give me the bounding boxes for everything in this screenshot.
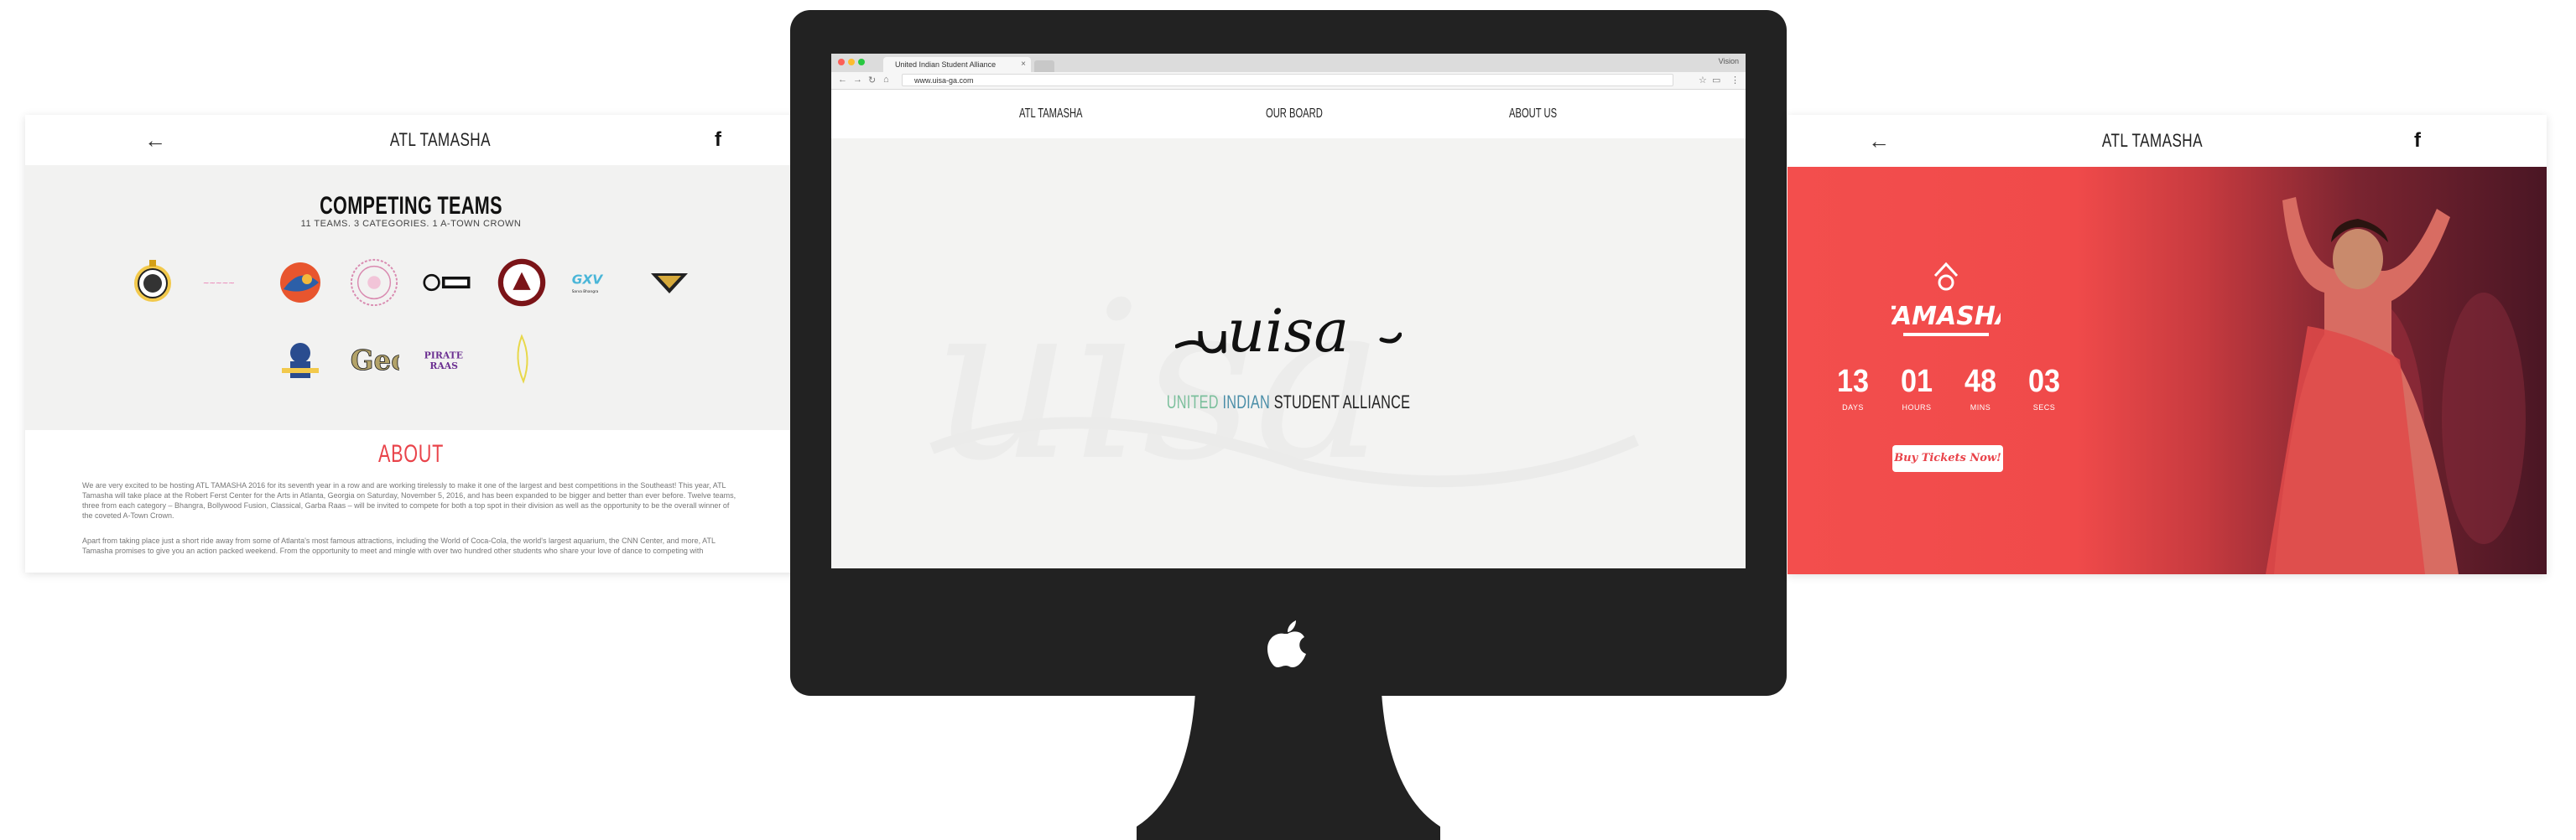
page-title: ATL TAMASHA	[389, 129, 491, 150]
url-text: www.uisa-ga.com	[914, 76, 974, 85]
svg-text:PIRATE: PIRATE	[424, 350, 463, 360]
georgia-tech-logo-text: Georgia Tech	[351, 344, 399, 376]
countdown-hours: 01 HOURS	[1900, 364, 1933, 412]
back-icon[interactable]: ←	[838, 75, 847, 85]
address-bar[interactable]: www.uisa-ga.com	[902, 74, 1673, 86]
page-title: ATL TAMASHA	[2101, 130, 2203, 151]
arrow-left-icon[interactable]: ←	[1868, 128, 1890, 154]
monitor-screen: United Indian Student Alliance × Vision …	[831, 54, 1746, 568]
team-logo[interactable]	[644, 257, 695, 308]
nav-our-board[interactable]: OUR BOARD	[1266, 106, 1323, 122]
bookmark-star-icon[interactable]: ☆	[1699, 75, 1707, 86]
facebook-icon[interactable]: f	[715, 128, 721, 152]
competing-teams-title: COMPETING TEAMS	[320, 192, 502, 220]
menu-icon[interactable]: ⋮	[1730, 75, 1740, 86]
apple-logo-icon	[1267, 620, 1306, 667]
team-logo[interactable]: ~~~~~	[201, 257, 252, 308]
monitor-stand	[1137, 692, 1440, 840]
team-logo[interactable]	[423, 257, 473, 308]
svg-text:GXV: GXV	[572, 272, 604, 288]
arrow-left-icon[interactable]: ←	[144, 127, 166, 153]
about-paragraph: Apart from taking place just a short rid…	[82, 537, 716, 555]
team-logo[interactable]	[497, 257, 547, 308]
close-tab-icon[interactable]: ×	[1021, 57, 1026, 72]
team-logo[interactable]: PIRATE RAAS	[423, 334, 473, 385]
hero-section: uisa uisa UNITED INDIAN STUDENT ALLIANCE	[831, 138, 1746, 568]
team-logo[interactable]	[497, 334, 547, 385]
team-logos-row: Georgia Tech PIRATERAAS	[25, 334, 797, 385]
team-logo[interactable]	[275, 257, 325, 308]
countdown-timer: 13 DAYS 01 HOURS 48 MINS 03 SECS	[1831, 365, 2066, 412]
tab-title: United Indian Student Alliance	[895, 60, 997, 69]
team-logo[interactable]: Georgia Tech	[349, 334, 399, 385]
about-title: ABOUT	[377, 440, 445, 468]
facebook-icon[interactable]: f	[2414, 129, 2421, 153]
home-icon[interactable]: ⌂	[883, 75, 889, 85]
close-window-icon[interactable]	[838, 59, 845, 65]
forward-icon[interactable]: →	[853, 75, 862, 85]
maximize-window-icon[interactable]	[858, 59, 865, 65]
countdown-days: 13 DAYS	[1836, 364, 1870, 412]
countdown-mins: 48 MINS	[1964, 364, 1997, 412]
nav-atl-tamasha[interactable]: ATL TAMASHA	[1019, 106, 1083, 122]
svg-text:Sarva Bhangra: Sarva Bhangra	[572, 289, 599, 294]
browser-tab[interactable]: United Indian Student Alliance ×	[883, 57, 1031, 72]
svg-text:RAAS: RAAS	[429, 360, 458, 371]
reload-icon[interactable]: ↻	[868, 75, 876, 86]
buy-tickets-button[interactable]: Buy Tickets Now!	[1892, 445, 2003, 472]
new-tab-button[interactable]	[1034, 60, 1054, 72]
browser-user-label[interactable]: Vision	[1719, 57, 1739, 65]
tamasha-logo-text: TAMASHA	[1892, 302, 2001, 331]
team-logo[interactable]: GXV Sarva Bhangra	[570, 257, 621, 308]
browser-toolbar: ← → ↻ ⌂ www.uisa-ga.com ☆ ▭ ⋮	[831, 72, 1746, 90]
about-paragraph: We are very excited to be hosting ATL TA…	[82, 481, 736, 520]
team-logo[interactable]	[127, 257, 178, 308]
cast-icon[interactable]: ▭	[1712, 75, 1720, 86]
uisa-logo-text: uisa	[1227, 297, 1349, 366]
tamasha-logo: TAMASHA	[1892, 262, 2001, 336]
nav-about-us[interactable]: ABOUT US	[1509, 106, 1557, 122]
minimize-window-icon[interactable]	[848, 59, 855, 65]
team-logo[interactable]	[349, 257, 399, 308]
site-nav: ATL TAMASHA OUR BOARD ABOUT US	[831, 90, 1746, 138]
svg-text:~~~~~: ~~~~~	[203, 280, 235, 288]
countdown-secs: 03 SECS	[2027, 364, 2061, 412]
left-panel-header: ← ATL TAMASHA f	[25, 115, 797, 165]
right-panel: ← ATL TAMASHA f TAMASHA 13 DAYS 01 HOURS…	[1788, 115, 2547, 574]
uisa-tagline: UNITED INDIAN STUDENT ALLIANCE	[1166, 391, 1411, 412]
competing-teams-subtitle: 11 TEAMS. 3 CATEGORIES. 1 A-TOWN CROWN	[300, 219, 522, 229]
about-section: ABOUT We are very excited to be hosting …	[25, 430, 797, 573]
left-panel: ← ATL TAMASHA f COMPETING TEAMS 11 TEAMS…	[25, 115, 797, 573]
uisa-logo: uisa	[1175, 297, 1402, 366]
right-panel-header: ← ATL TAMASHA f	[1788, 115, 2547, 167]
team-logo[interactable]	[275, 334, 325, 385]
browser-tab-bar: United Indian Student Alliance × Vision	[831, 54, 1746, 72]
team-logos-row: ~~~~~ GXV Sarva Bhangra	[25, 257, 797, 308]
